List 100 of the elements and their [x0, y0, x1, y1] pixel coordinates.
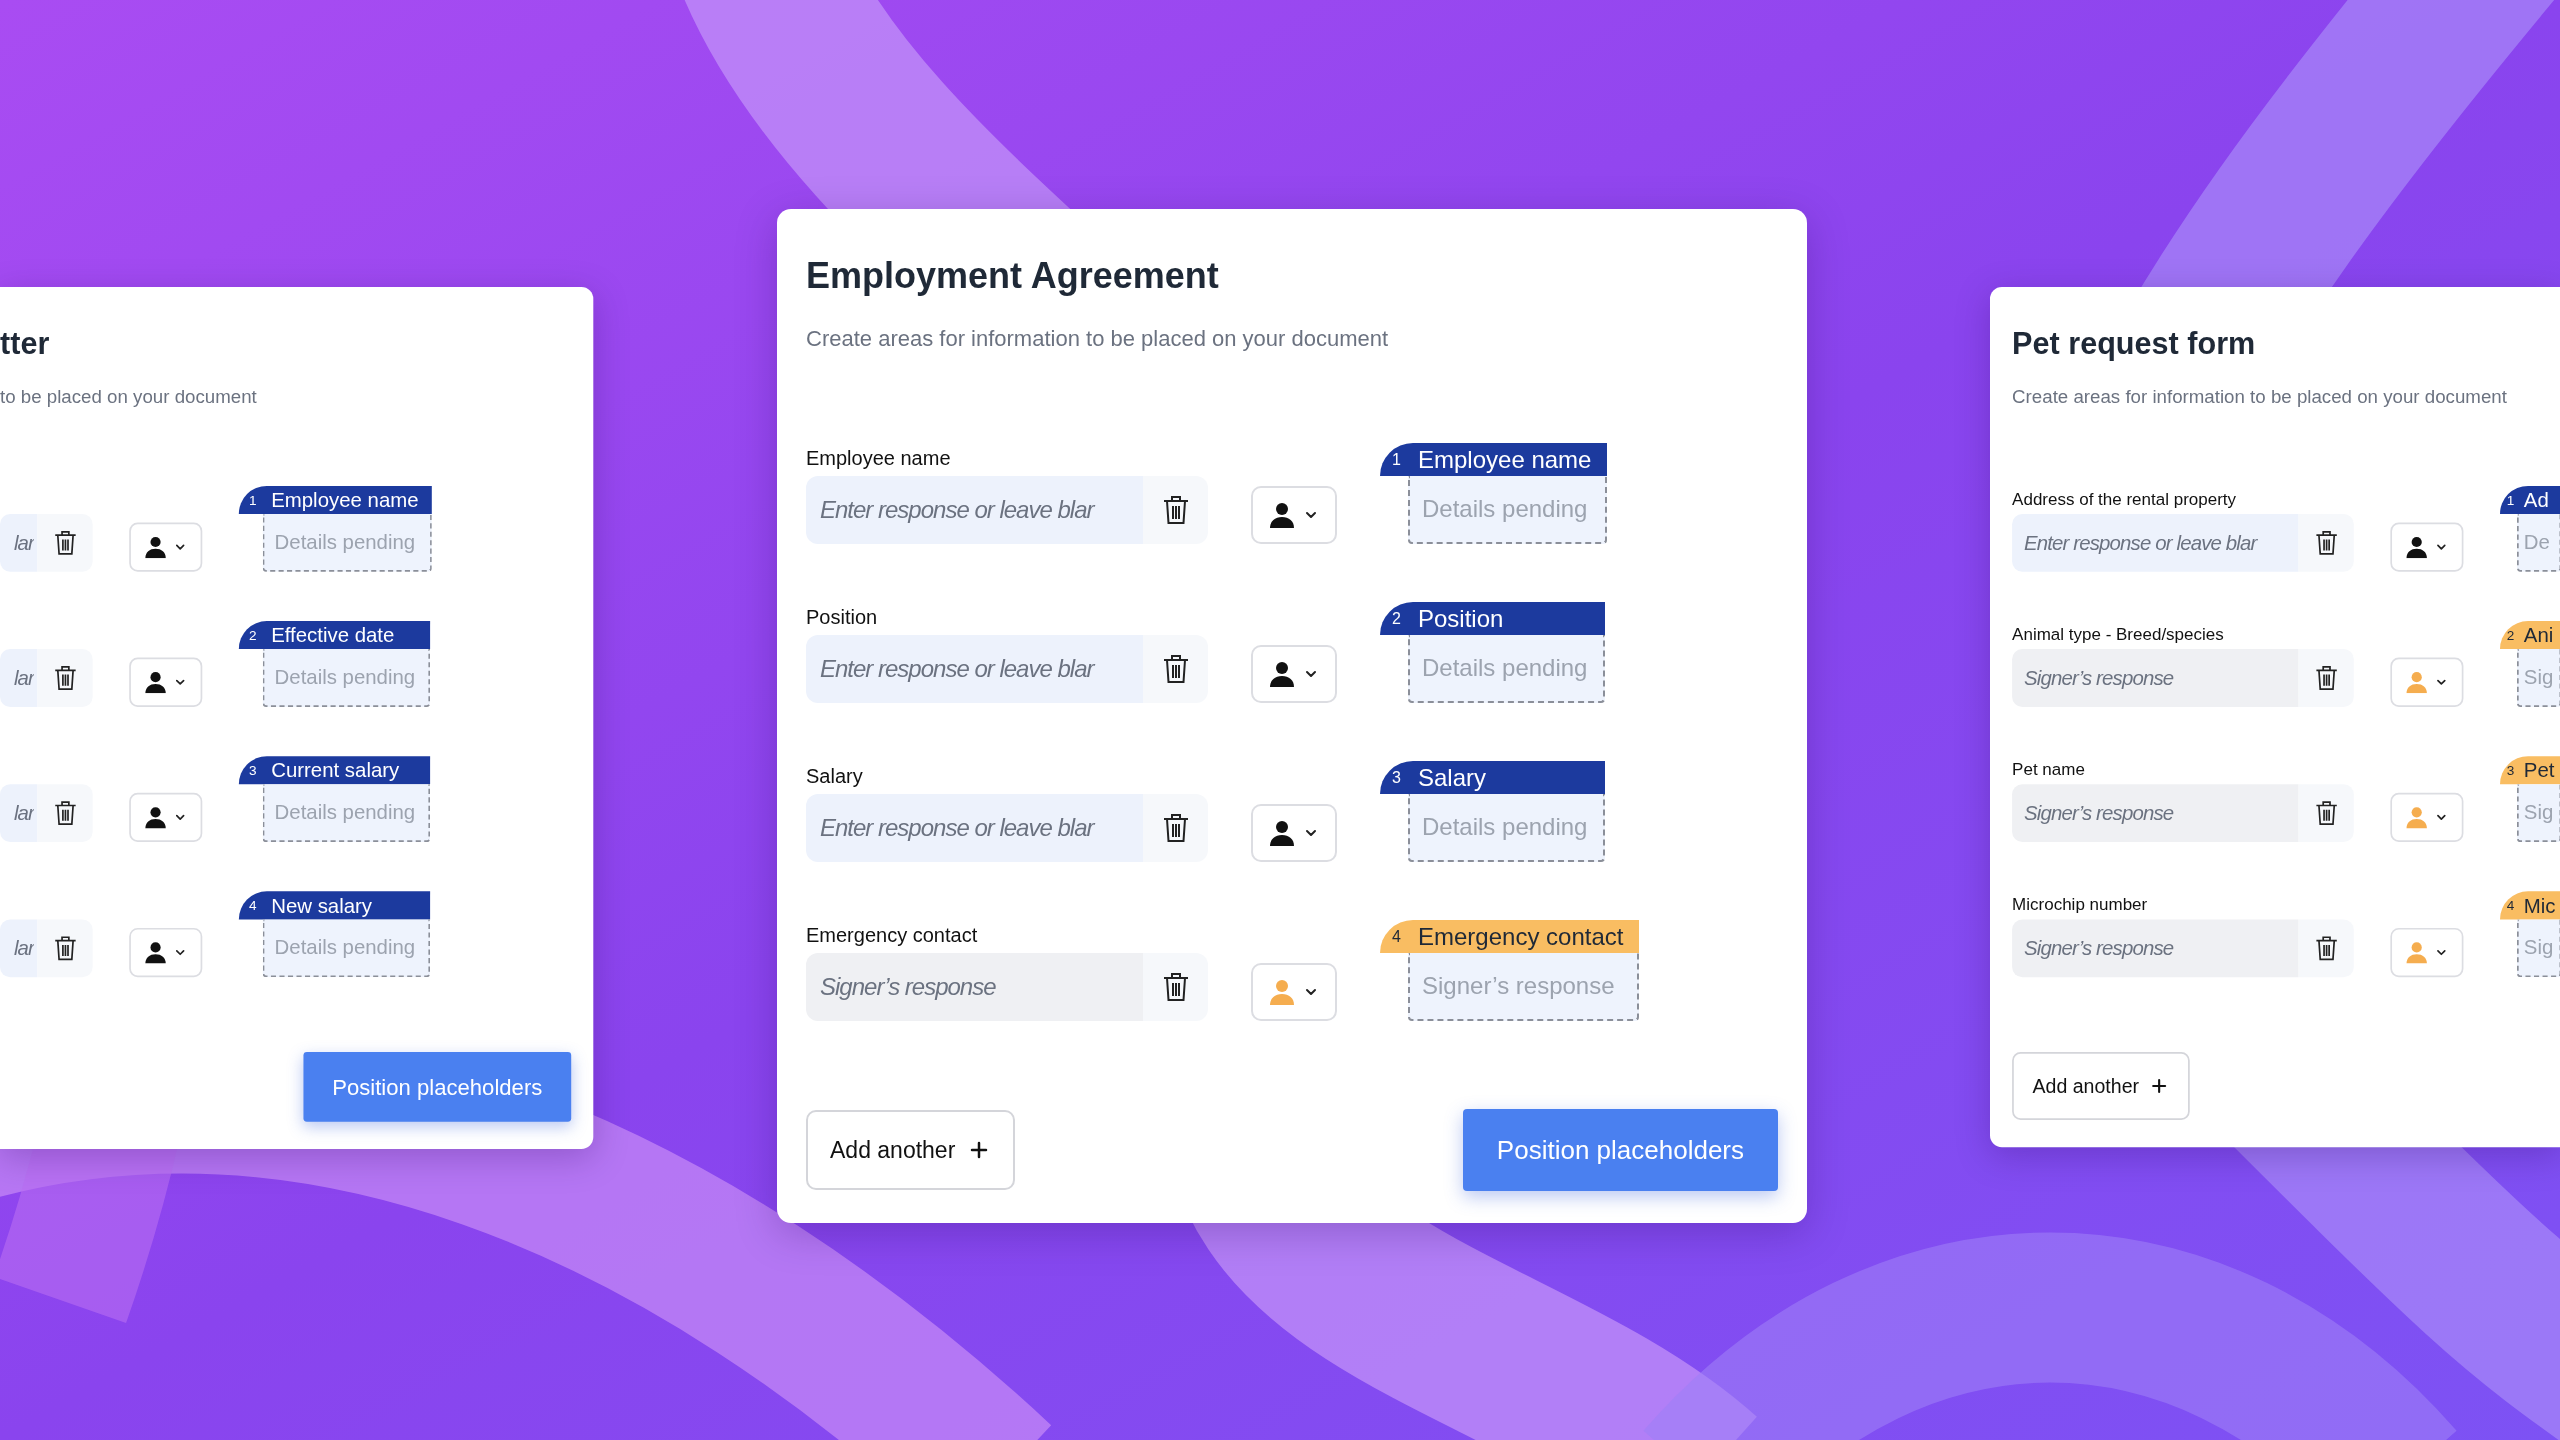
placeholder-area: Details pending	[262, 649, 431, 707]
field-label: Animal type - Breed/species	[2012, 623, 2224, 646]
placeholder-tag[interactable]: 3 Current salary	[238, 756, 431, 785]
trash-icon	[2315, 935, 2338, 962]
assignee-dropdown[interactable]	[1251, 804, 1337, 862]
person-icon	[1269, 820, 1295, 846]
tag-label: Pet	[2523, 757, 2555, 784]
delete-button[interactable]	[37, 919, 93, 978]
tag-label: Employee name	[1418, 444, 1592, 475]
input-field[interactable]: Signer’s response	[2012, 649, 2299, 707]
assignee-dropdown[interactable]	[2390, 522, 2464, 572]
assignee-dropdown[interactable]	[129, 522, 203, 572]
placeholder-tag[interactable]: 4 New salary	[238, 891, 431, 920]
tag-label: Ani	[2523, 622, 2554, 649]
tag-number: 4	[2506, 896, 2516, 915]
assignee-dropdown[interactable]	[129, 657, 203, 707]
delete-button[interactable]	[1143, 635, 1208, 703]
trash-icon	[54, 800, 77, 826]
tag-number: 4	[1392, 926, 1402, 947]
delete-button[interactable]	[1143, 794, 1208, 862]
trash-icon	[2315, 665, 2338, 691]
person-icon	[1269, 502, 1295, 528]
person-icon	[144, 806, 167, 829]
input-field[interactable]: Signer’s response	[2012, 784, 2299, 843]
field-label: Pet name	[2012, 758, 2085, 781]
placeholder-tag[interactable]: 2 Position	[1380, 602, 1605, 635]
field-label: Employee name	[806, 446, 951, 471]
delete-button[interactable]	[2298, 784, 2354, 843]
tag-number: 3	[1392, 767, 1402, 788]
placeholder-area: De	[2517, 513, 2560, 572]
input-field[interactable]: Enter response or leave blar	[806, 635, 1143, 703]
tag-number: 1	[2506, 491, 2516, 509]
delete-button[interactable]	[1143, 953, 1208, 1021]
position-placeholders-button[interactable]: Position placeholders	[1462, 1109, 1778, 1191]
delete-button[interactable]	[1143, 476, 1208, 544]
trash-icon	[54, 935, 77, 962]
tag-number: 1	[249, 491, 258, 509]
trash-icon	[1162, 654, 1189, 684]
delete-button[interactable]	[37, 784, 93, 843]
card-title: Pet request form	[2012, 325, 2257, 363]
input-field[interactable]: Signer’s response	[2012, 919, 2299, 978]
delete-button[interactable]	[2298, 649, 2354, 707]
person-icon	[144, 536, 167, 559]
placeholder-tag[interactable]: 3 Pet	[2500, 756, 2560, 785]
placeholder-area: Details pending	[1408, 635, 1605, 703]
input-field[interactable]: Enter response or leave blar	[806, 476, 1143, 544]
assignee-dropdown[interactable]	[129, 792, 203, 843]
person-icon	[1269, 979, 1295, 1005]
person-icon	[144, 671, 167, 694]
assignee-dropdown[interactable]	[1251, 486, 1337, 544]
placeholder-tag[interactable]: 1 Employee name	[238, 485, 433, 514]
person-icon	[1269, 661, 1295, 687]
input-field[interactable]: Enter response or leave blar	[2012, 513, 2299, 572]
field-label: Address of the rental property	[2012, 488, 2237, 510]
placeholder-tag[interactable]: 4 Mic	[2500, 891, 2560, 920]
input-field[interactable]: lar	[0, 784, 38, 843]
card-title: tter	[0, 325, 51, 363]
tag-number: 4	[249, 896, 258, 915]
trash-icon	[1162, 495, 1189, 525]
placeholder-tag[interactable]: 1 Ad	[2500, 485, 2560, 514]
input-field[interactable]: Signer’s response	[806, 953, 1143, 1021]
tag-label: New salary	[271, 892, 373, 919]
delete-button[interactable]	[2298, 919, 2354, 978]
tag-number: 2	[249, 626, 258, 644]
placeholder-tag[interactable]: 2 Effective date	[238, 621, 431, 650]
card-subtitle: Create areas for information to be placed on your document	[2012, 385, 2508, 410]
position-placeholders-button[interactable]: Position placeholders	[303, 1052, 572, 1122]
assignee-dropdown[interactable]	[1251, 645, 1337, 703]
field-label: Emergency contact	[806, 923, 978, 948]
tag-number: 2	[2506, 626, 2516, 644]
delete-button[interactable]	[37, 513, 93, 572]
trash-icon	[2315, 530, 2338, 556]
tag-label: Employee name	[271, 487, 419, 513]
tag-label: Current salary	[271, 757, 400, 784]
delete-button[interactable]	[2298, 513, 2354, 572]
placeholder-tag[interactable]: 3 Salary	[1380, 761, 1605, 794]
input-field[interactable]: lar	[0, 649, 38, 707]
trash-icon	[1162, 972, 1189, 1002]
input-field[interactable]: lar	[0, 513, 38, 572]
delete-button[interactable]	[37, 649, 93, 707]
tag-number: 2	[1392, 608, 1402, 629]
tag-number: 1	[1392, 449, 1402, 470]
tag-label: Effective date	[271, 622, 395, 649]
placeholder-tag[interactable]: 1 Employee name	[1380, 443, 1608, 476]
tag-label: Position	[1418, 603, 1504, 634]
placeholder-area: Details pending	[1408, 476, 1608, 544]
input-field[interactable]: lar	[0, 919, 38, 978]
placeholder-area: Details pending	[262, 513, 433, 572]
placeholder-area: Signer’s response	[1408, 953, 1640, 1021]
placeholder-area: Details pending	[1408, 794, 1605, 862]
card-title: Employment Agreement	[806, 254, 1220, 298]
assignee-dropdown[interactable]	[129, 927, 203, 978]
input-field[interactable]: Enter response or leave blar	[806, 794, 1143, 862]
placeholder-area: Details pending	[262, 919, 431, 978]
placeholder-tag[interactable]: 4 Emergency contact	[1380, 920, 1640, 953]
add-another-button[interactable]: Add another	[806, 1110, 1016, 1190]
add-another-button[interactable]: Add another	[2012, 1052, 2191, 1120]
tag-label: Salary	[1418, 762, 1487, 793]
person-icon	[2405, 806, 2428, 829]
placeholder-tag[interactable]: 2 Ani	[2500, 621, 2560, 650]
